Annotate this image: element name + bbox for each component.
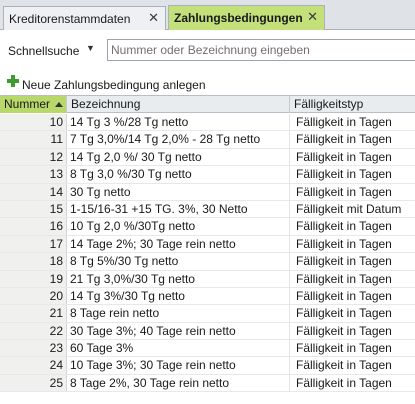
search-input[interactable] — [107, 39, 415, 61]
close-icon[interactable]: ✕ — [307, 9, 318, 25]
tab-label: Zahlungsbedingungen — [174, 11, 303, 25]
cell-number: 10 — [0, 114, 67, 131]
tab-zahlungsbedingungen[interactable]: Zahlungsbedingungen ✕ — [168, 5, 325, 30]
cell-name: 14 Tg 3 %/28 Tg netto — [67, 114, 290, 131]
table-row[interactable]: 11 7 Tg 3,0%/14 Tg 2,0% - 28 Tg netto Fäll… — [0, 131, 415, 149]
cell-name: 8 Tg 3,0 %/30 Tg netto — [67, 166, 290, 183]
cell-number: 19 — [0, 270, 67, 287]
cell-number: 24 — [0, 357, 67, 374]
chevron-down-icon[interactable]: ▼ — [86, 43, 95, 53]
tab-label: Kreditorenstammdaten — [9, 11, 131, 26]
tab-strip: Kreditorenstammdaten ✕ Zahlungsbedingung… — [0, 0, 415, 30]
table-row[interactable]: 23 60 Tage 3% Fälligkeit in Tagen — [0, 340, 415, 358]
new-payment-term-button[interactable]: Neue Zahlungsbedingung anlegen — [22, 78, 206, 92]
table-row[interactable]: 24 10 Tage 3%; 30 Tage rein netto Fälligke… — [0, 357, 415, 375]
column-header-label: Bezeichnung — [71, 97, 141, 111]
cell-name: 14 Tage 2%; 30 Tage rein netto — [67, 235, 290, 253]
cell-name: 8 Tg 5%/30 Tg netto — [67, 253, 290, 270]
sort-ascending-icon — [55, 102, 64, 107]
cell-number: 18 — [0, 253, 67, 270]
cell-type: Fälligkeit in Tagen — [296, 288, 392, 303]
cell-name: 1-15/16-31 +15 TG. 3%, 30 Netto — [67, 200, 290, 218]
cell-number: 12 — [0, 148, 67, 166]
cell-type: Fälligkeit in Tagen — [296, 358, 392, 373]
quick-search-bar: Schnellsuche ▼ — [0, 31, 415, 71]
cell-number: 13 — [0, 166, 67, 183]
table-row[interactable]: 18 8 Tg 5%/30 Tg netto Fälligkeit in Tagen — [0, 253, 415, 271]
column-header-name[interactable]: Bezeichnung — [67, 96, 290, 113]
table-header: Nummer Bezeichnung Fälligkeitstyp — [0, 96, 415, 113]
cell-number: 11 — [0, 131, 67, 148]
table-row[interactable]: 19 21 Tg 3,0%/30 Tg netto Fälligkeit in Ta… — [0, 270, 415, 288]
close-icon[interactable]: ✕ — [148, 10, 159, 26]
table-row[interactable]: 13 8 Tg 3,0 %/30 Tg netto Fälligkeit in Ta… — [0, 166, 415, 184]
table-row[interactable]: 21 8 Tage rein netto Fälligkeit in Tagen — [0, 305, 415, 323]
column-header-number[interactable]: Nummer — [0, 96, 67, 113]
cell-type: Fälligkeit in Tagen — [296, 254, 392, 269]
table-row[interactable]: 20 14 Tg 3%/30 Tg netto Fälligkeit in Tage… — [0, 287, 415, 306]
cell-name: 21 Tg 3,0%/30 Tg netto — [67, 270, 290, 287]
cell-number: 21 — [0, 305, 67, 322]
quick-search-label: Schnellsuche — [8, 44, 80, 58]
table-row[interactable]: 16 10 Tg 2,0 %/30Tg netto Fälligkeit in Ta… — [0, 218, 415, 236]
cell-name: 14 Tg 3%/30 Tg netto — [67, 287, 290, 305]
cell-type: Fälligkeit mit Datum — [296, 201, 402, 216]
cell-type: Fälligkeit in Tagen — [296, 375, 392, 390]
cell-number: 17 — [0, 235, 67, 253]
cell-type: Fälligkeit in Tagen — [296, 306, 392, 321]
cell-type: Fälligkeit in Tagen — [296, 149, 392, 164]
cell-number: 16 — [0, 218, 67, 235]
cell-type: Fälligkeit in Tagen — [296, 132, 392, 147]
cell-number: 15 — [0, 200, 67, 218]
cell-name: 14 Tg 2,0 %/ 30 Tg netto — [67, 148, 290, 166]
cell-type: Fälligkeit in Tagen — [296, 323, 392, 338]
cell-type: Fälligkeit in Tagen — [296, 341, 392, 356]
cell-type: Fälligkeit in Tagen — [296, 115, 392, 129]
cell-type: Fälligkeit in Tagen — [296, 219, 392, 234]
cell-name: 8 Tage 2%, 30 Tage rein netto — [67, 374, 290, 392]
table-row[interactable]: 17 14 Tage 2%; 30 Tage rein netto Fälligke… — [0, 235, 415, 254]
action-bar: Neue Zahlungsbedingung anlegen — [0, 72, 415, 94]
cell-name: 8 Tage rein netto — [67, 305, 290, 322]
cell-number: 25 — [0, 374, 67, 392]
cell-number: 20 — [0, 287, 67, 305]
cell-type: Fälligkeit in Tagen — [296, 184, 392, 199]
cell-name: 10 Tg 2,0 %/30Tg netto — [67, 218, 290, 235]
cell-type: Fälligkeit in Tagen — [296, 167, 392, 182]
table-row[interactable]: 15 1-15/16-31 +15 TG. 3%, 30 Netto Fälligk… — [0, 200, 415, 219]
cell-number: 22 — [0, 322, 67, 340]
cell-number: 23 — [0, 340, 67, 357]
table-row[interactable]: 10 14 Tg 3 %/28 Tg netto Fälligkeit in Tag… — [0, 114, 415, 132]
payment-terms-table: Nummer Bezeichnung Fälligkeitstyp 10 14 T… — [0, 95, 415, 404]
table-row[interactable]: 22 30 Tage 3%; 40 Tage rein netto Fälligke… — [0, 322, 415, 341]
table-row[interactable]: 25 8 Tage 2%, 30 Tage rein netto Fälligkei… — [0, 374, 415, 393]
cell-name: 30 Tage 3%; 40 Tage rein netto — [67, 322, 290, 340]
column-header-type[interactable]: Fälligkeitstyp — [290, 96, 415, 113]
plus-icon[interactable] — [7, 75, 19, 87]
column-header-label: Fälligkeitstyp — [294, 97, 364, 111]
cell-name: 10 Tage 3%; 30 Tage rein netto — [67, 357, 290, 374]
column-header-label: Nummer — [4, 97, 51, 111]
cell-name: 30 Tg netto — [67, 183, 290, 200]
cell-number: 14 — [0, 183, 67, 200]
table-row[interactable]: 12 14 Tg 2,0 %/ 30 Tg netto Fälligkeit in … — [0, 148, 415, 167]
table-row[interactable]: 14 30 Tg netto Fälligkeit in Tagen — [0, 183, 415, 201]
tab-kreditorenstammdaten[interactable]: Kreditorenstammdaten ✕ — [3, 6, 166, 30]
cell-name: 60 Tage 3% — [67, 340, 290, 357]
cell-type: Fälligkeit in Tagen — [296, 271, 392, 286]
table-body: 10 14 Tg 3 %/28 Tg netto Fälligkeit in Tag… — [0, 114, 415, 393]
cell-name: 7 Tg 3,0%/14 Tg 2,0% - 28 Tg netto — [67, 131, 290, 148]
cell-type: Fälligkeit in Tagen — [296, 236, 392, 251]
